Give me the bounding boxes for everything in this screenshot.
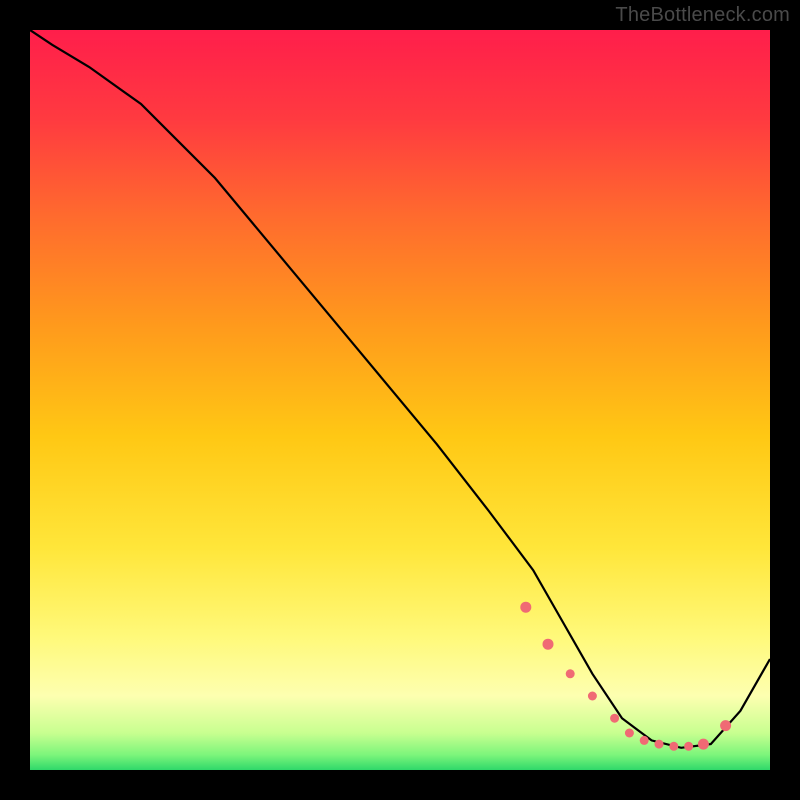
- chart-plot-area: [30, 30, 770, 770]
- low-marker-dot: [625, 729, 634, 738]
- low-marker-dot: [655, 740, 664, 749]
- low-marker-dot: [640, 736, 649, 745]
- low-marker-dot: [669, 742, 678, 751]
- low-marker-dot: [543, 639, 554, 650]
- low-marker-dot: [720, 720, 731, 731]
- low-marker-dot: [588, 692, 597, 701]
- low-marker-dot: [520, 602, 531, 613]
- low-marker-dot: [684, 742, 693, 751]
- low-marker-dot: [566, 669, 575, 678]
- watermark-text: TheBottleneck.com: [615, 4, 790, 27]
- chart-svg: [30, 30, 770, 770]
- low-marker-dot: [698, 739, 709, 750]
- low-marker-dot: [610, 714, 619, 723]
